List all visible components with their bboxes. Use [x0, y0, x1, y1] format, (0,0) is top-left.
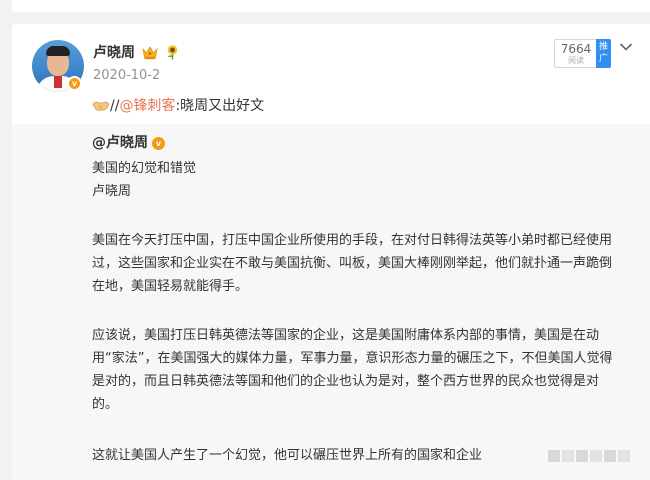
- repost-comment: //@锋刺客:晓周又出好文: [92, 96, 264, 116]
- mention-link[interactable]: @锋刺客: [119, 98, 175, 114]
- avatar-tie: [54, 76, 62, 88]
- article-paragraph: 美国在今天打压中国，打压中国企业所使用的手段，在对付日韩得法英等小弟时都已经使用…: [92, 233, 613, 294]
- username[interactable]: 卢晓周: [93, 44, 135, 62]
- handshake-icon: [92, 101, 110, 111]
- sunflower-icon: [167, 45, 178, 60]
- read-count-label: 阅读: [568, 56, 584, 65]
- original-author-link[interactable]: @卢晓周 v: [92, 134, 165, 152]
- crown-icon: [142, 46, 158, 60]
- article-paragraph: 这就让美国人产生了一个幻觉，他可以碾压世界上所有的国家和企业: [92, 448, 483, 463]
- chevron-down-icon[interactable]: [619, 42, 633, 52]
- post-date[interactable]: 2020-10-2: [93, 68, 160, 84]
- original-author-name[interactable]: @卢晓周: [92, 135, 148, 151]
- read-count: 7664: [560, 42, 592, 56]
- article-paragraph: 应该说，美国打压日韩英德法等国家的企业，这是美国附庸体系内部的事情，美国是在动用…: [92, 328, 613, 412]
- promote-button[interactable]: 推广: [596, 39, 611, 68]
- faded-text-overlay: [548, 450, 630, 462]
- article-byline: 卢晓周: [92, 184, 132, 199]
- repost-text: :晓周又出好文: [175, 98, 265, 114]
- quoted-post[interactable]: @卢晓周 v 美国的幻觉和错觉 卢晓周 美国在今天打压中国，打压中国企业所使用的手…: [12, 124, 650, 480]
- read-count-box: 7664 阅读 推广: [554, 39, 611, 68]
- verified-badge-icon: v: [67, 76, 82, 91]
- weibo-post-card: v 卢晓周 2020-10-2 7664 阅读 推广 //@锋刺客:晓周又出好文…: [12, 24, 650, 480]
- article-title: 美国的幻觉和错觉: [92, 161, 197, 176]
- previous-card: [12, 0, 650, 12]
- verified-badge-icon: v: [152, 137, 165, 150]
- avatar-hair: [46, 46, 70, 56]
